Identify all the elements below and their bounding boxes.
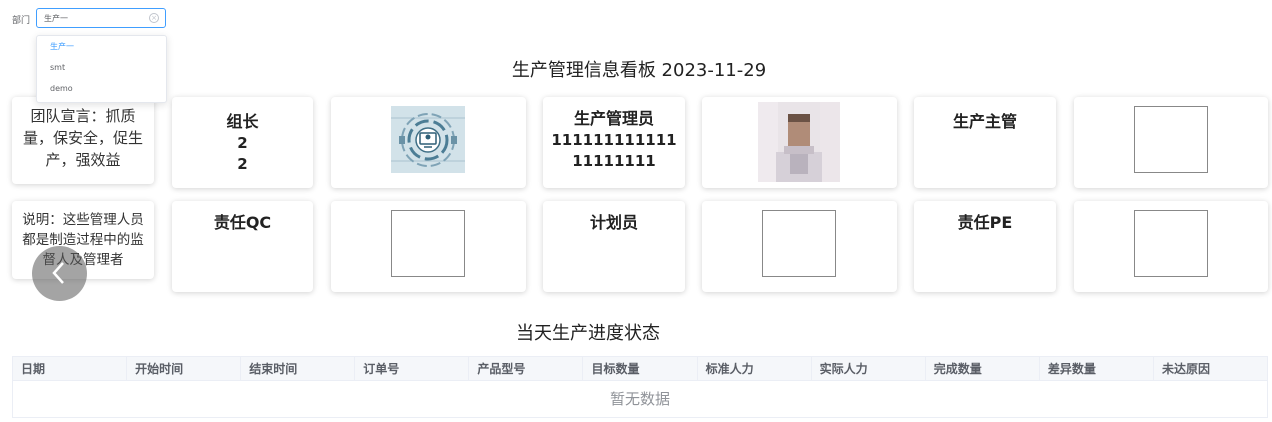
dashboard-page: 部门 生产一 × 生产一 smt demo 生产管理信息看板 2023-11-2… — [0, 0, 1272, 422]
table-empty-text: 暂无数据 — [609, 390, 670, 408]
carousel-prev-button[interactable] — [32, 246, 87, 301]
production-admin-role: 生产管理员 — [573, 109, 654, 128]
avatar — [758, 102, 840, 182]
qc-photo-placeholder — [391, 210, 465, 277]
motto-card: 团队宣言：抓质量，保安全，促生产，强效益 — [12, 97, 154, 184]
column-header-completed-qty[interactable]: 完成数量 — [926, 357, 1040, 380]
group-leader-role: 组长 — [226, 112, 259, 131]
column-header-start-time[interactable]: 开始时间 — [127, 357, 242, 380]
pe-role: 责任PE — [957, 213, 1013, 232]
planner-role: 计划员 — [589, 213, 638, 232]
tech-image-card — [331, 97, 526, 188]
department-select-value: 生产一 — [44, 14, 68, 23]
production-admin-line2: 11111111 — [572, 152, 656, 170]
progress-section-title: 当天生产进度状态 — [516, 323, 660, 344]
board-title: 生产管理信息看板 2023-11-29 — [511, 60, 767, 81]
pe-photo-placeholder — [1134, 210, 1208, 277]
planner-card: 计划员 — [543, 201, 685, 292]
column-header-standard-manpower[interactable]: 标准人力 — [698, 357, 812, 380]
qc-photo-card — [331, 201, 526, 292]
person-photo-card — [702, 97, 897, 188]
column-header-date[interactable]: 日期 — [13, 357, 128, 380]
monitor-graphic-icon — [391, 106, 465, 173]
group-leader-line2: 2 — [237, 155, 248, 173]
planner-photo-placeholder — [762, 210, 836, 277]
supervisor-photo-card — [1074, 97, 1268, 188]
group-leader-card: 组长 2 2 — [172, 97, 313, 188]
dropdown-option-2[interactable]: smt — [37, 57, 166, 78]
progress-table-header: 日期 开始时间 结束时间 订单号 产品型号 目标数量 标准人力 实际人力 完成数… — [13, 357, 1267, 381]
pe-card: 责任PE — [914, 201, 1056, 292]
department-dropdown: 生产一 smt demo — [36, 35, 167, 103]
column-header-actual-manpower[interactable]: 实际人力 — [812, 357, 926, 380]
column-header-product-model[interactable]: 产品型号 — [469, 357, 584, 380]
production-supervisor-role: 生产主管 — [952, 112, 1017, 131]
chevron-left-icon — [52, 262, 64, 284]
column-header-shortfall-reason[interactable]: 未达原因 — [1154, 357, 1267, 380]
column-header-target-qty[interactable]: 目标数量 — [583, 357, 698, 380]
pe-photo-card — [1074, 201, 1268, 292]
production-admin-line1: 111111111111 — [551, 131, 677, 149]
dropdown-option-3[interactable]: demo — [37, 78, 166, 99]
department-select[interactable]: 生产一 × — [36, 8, 166, 28]
qc-role: 责任QC — [213, 213, 272, 232]
supervisor-photo-placeholder — [1134, 106, 1208, 173]
planner-photo-card — [702, 201, 897, 292]
column-header-difference-qty[interactable]: 差异数量 — [1040, 357, 1154, 380]
motto-text: 团队宣言：抓质量，保安全，促生产，强效益 — [22, 107, 143, 169]
qc-card: 责任QC — [172, 201, 313, 292]
group-leader-line1: 2 — [237, 134, 248, 152]
department-filter-label: 部门 — [12, 16, 31, 26]
column-header-order-no[interactable]: 订单号 — [355, 357, 470, 380]
production-admin-card: 生产管理员 111111111111 11111111 — [543, 97, 685, 188]
dropdown-option-1[interactable]: 生产一 — [37, 36, 166, 57]
production-supervisor-card: 生产主管 — [914, 97, 1056, 188]
column-header-end-time[interactable]: 结束时间 — [241, 357, 356, 380]
clear-icon[interactable]: × — [149, 13, 159, 23]
progress-table: 日期 开始时间 结束时间 订单号 产品型号 目标数量 标准人力 实际人力 完成数… — [12, 356, 1268, 418]
